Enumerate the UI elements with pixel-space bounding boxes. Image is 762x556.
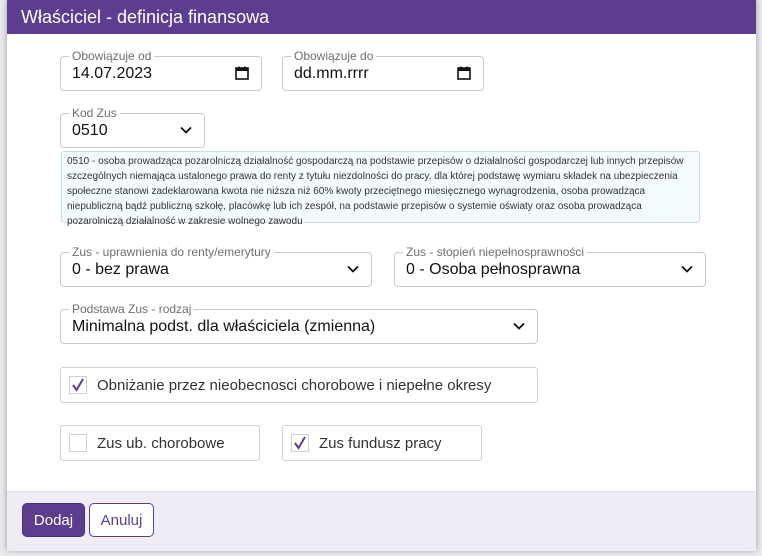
valid-from-label: Obowiązuje od	[69, 49, 155, 63]
reduce-checkbox[interactable]	[69, 376, 87, 394]
pension-rights-select[interactable]: Zus - uprawnienia do renty/emerytury 0 -…	[60, 245, 372, 287]
disability-label: Zus - stopień niepełnosprawności	[403, 245, 588, 259]
sickness-checkbox-label: Zus ub. chorobowe	[97, 435, 225, 452]
labor-fund-checkbox-label: Zus fundusz pracy	[319, 435, 442, 452]
disability-select[interactable]: Zus - stopień niepełnosprawności 0 - Oso…	[394, 245, 706, 287]
checkmark-icon	[72, 378, 84, 392]
reduce-checkbox-label: Obniżanie przez nieobecnosci chorobowe i…	[97, 377, 492, 394]
sickness-checkbox-row[interactable]: Zus ub. chorobowe	[60, 425, 260, 461]
chevron-down-icon	[681, 265, 693, 273]
dialog-title: Właściciel - definicja finansowa	[21, 7, 270, 27]
dialog-footer: Dodaj Anuluj	[7, 491, 756, 551]
dialog-titlebar: Właściciel - definicja finansowa	[7, 0, 756, 34]
zus-code-label: Kod Zus	[69, 106, 120, 120]
pension-rights-value: 0 - bez prawa	[72, 261, 169, 278]
zus-basis-value: Minimalna podst. dla właściciela (zmienn…	[72, 318, 376, 335]
valid-to-label: Obowiązuje do	[291, 49, 377, 63]
valid-from-value: 14.07.2023	[72, 65, 153, 82]
calendar-icon[interactable]	[457, 66, 471, 80]
owner-financial-dialog: Właściciel - definicja finansowa Obowiąz…	[7, 0, 756, 551]
reduce-checkbox-row[interactable]: Obniżanie przez nieobecnosci chorobowe i…	[60, 367, 538, 403]
zus-basis-label: Podstawa Zus - rodzaj	[69, 302, 195, 316]
valid-to-field[interactable]: Obowiązuje do dd.mm.rrrr	[282, 49, 484, 91]
chevron-down-icon	[180, 126, 192, 134]
chevron-down-icon	[513, 322, 525, 330]
valid-to-value: dd.mm.rrrr	[294, 65, 369, 82]
zus-basis-select[interactable]: Podstawa Zus - rodzaj Minimalna podst. d…	[60, 302, 538, 344]
zus-code-value: 0510	[72, 122, 108, 139]
checkmark-icon	[294, 436, 306, 450]
pension-rights-label: Zus - uprawnienia do renty/emerytury	[69, 245, 274, 259]
add-button[interactable]: Dodaj	[22, 503, 85, 537]
calendar-icon[interactable]	[235, 66, 249, 80]
labor-fund-checkbox[interactable]	[291, 434, 309, 452]
labor-fund-checkbox-row[interactable]: Zus fundusz pracy	[282, 425, 482, 461]
valid-from-field[interactable]: Obowiązuje od 14.07.2023	[60, 49, 262, 91]
zus-code-select[interactable]: Kod Zus 0510	[60, 106, 205, 148]
sickness-checkbox[interactable]	[69, 434, 87, 452]
disability-value: 0 - Osoba pełnosprawna	[406, 261, 581, 278]
chevron-down-icon	[347, 265, 359, 273]
cancel-button[interactable]: Anuluj	[89, 503, 154, 537]
zus-code-description: 0510 - osoba prowadząca pozarolniczą dzi…	[61, 151, 700, 227]
